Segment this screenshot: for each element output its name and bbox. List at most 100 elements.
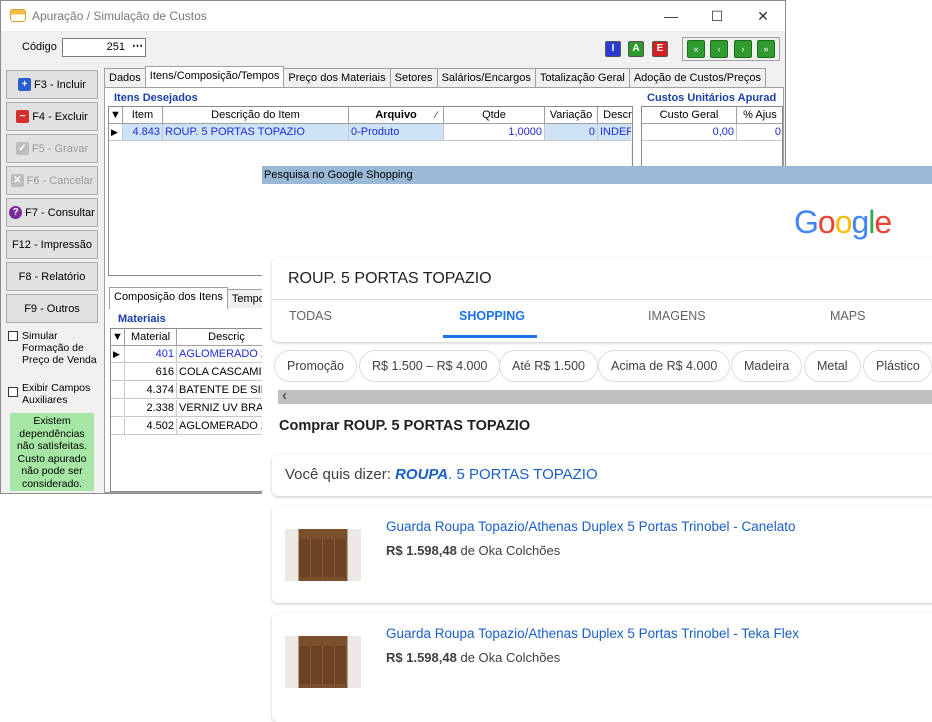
code-field[interactable]: 251 ⋯ — [62, 38, 146, 57]
tab-imagens[interactable]: IMAGENS — [648, 309, 706, 323]
row-indicator — [111, 364, 125, 381]
product-card[interactable]: Guarda Roupa Topazio/Athenas Duplex 5 Po… — [272, 613, 932, 722]
minimize-button[interactable]: — — [648, 5, 694, 27]
filter-chip[interactable]: Madeira — [731, 350, 803, 382]
product-card[interactable]: Guarda Roupa Topazio/Athenas Duplex 5 Po… — [272, 506, 932, 603]
prev-record-button[interactable]: ‹ — [710, 40, 728, 58]
code-label: Código — [22, 41, 57, 53]
table-cell[interactable]: 4.502 — [125, 418, 177, 435]
column-header[interactable]: Arquivo ⁄ — [349, 107, 444, 124]
product-price: R$ 1.598,48 — [386, 650, 457, 665]
current-row-indicator: ▶ — [111, 346, 125, 363]
scroll-left-icon[interactable]: ‹ — [282, 387, 287, 404]
print-button[interactable]: F12 - Impressão — [6, 230, 98, 259]
product-title-link[interactable]: Guarda Roupa Topazio/Athenas Duplex 5 Po… — [386, 519, 796, 534]
simulate-pricing-label-2: Formação de — [22, 342, 84, 354]
tab-itens[interactable]: Itens/Composição/Tempos — [144, 66, 285, 87]
horizontal-scrollbar[interactable]: ‹ — [278, 387, 932, 404]
app-icon — [10, 9, 26, 22]
sort-icon: ⁄ — [435, 110, 437, 120]
code-value: 251 — [106, 41, 125, 53]
column-header[interactable]: Material — [125, 329, 177, 346]
did-you-mean-rest: . 5 PORTAS TOPAZIO — [448, 466, 598, 483]
tab-composicao[interactable]: Composição dos Itens — [109, 287, 228, 309]
column-header[interactable]: Item — [123, 107, 163, 124]
did-you-mean-text: Você quis dizer: ROUPA. 5 PORTAS TOPAZIO — [285, 466, 598, 483]
close-button[interactable]: ✕ — [740, 5, 786, 27]
row-indicator-header: ▼ — [109, 107, 123, 124]
simulate-pricing-checkbox[interactable] — [8, 331, 18, 341]
materiais-grid[interactable]: ▼ Material Descriç ▶ 401 AGLOMERADO 23 6… — [110, 328, 270, 492]
table-cell[interactable]: 616 — [125, 364, 177, 381]
table-cell[interactable]: INDEF — [598, 124, 632, 141]
alter-mode-button[interactable]: A — [628, 41, 644, 57]
filter-chip[interactable]: Metal — [804, 350, 861, 382]
table-cell[interactable]: 4.843 — [123, 124, 163, 141]
tab-shopping[interactable]: SHOPPING — [459, 309, 525, 323]
product-thumbnail[interactable] — [285, 636, 361, 688]
column-header[interactable]: % Ajus — [737, 107, 782, 124]
product-thumbnail[interactable] — [285, 529, 361, 581]
row-indicator — [111, 400, 125, 417]
column-header[interactable]: Variação — [545, 107, 598, 124]
table-cell[interactable]: 2.338 — [125, 400, 177, 417]
table-cell[interactable]: 0-Produto — [349, 124, 444, 141]
consult-button[interactable]: ? F7 - Consultar — [6, 198, 98, 227]
product-price: R$ 1.598,48 — [386, 543, 457, 558]
column-header[interactable]: Qtde — [444, 107, 545, 124]
code-lookup-button[interactable]: ⋯ — [132, 39, 143, 52]
save-button[interactable]: ✓ F5 - Gravar — [6, 134, 98, 163]
product-title-link[interactable]: Guarda Roupa Topazio/Athenas Duplex 5 Po… — [386, 626, 799, 641]
next-record-button[interactable]: › — [734, 40, 752, 58]
table-cell[interactable]: 1,0000 — [444, 124, 545, 141]
filter-chip[interactable]: Até R$ 1.500 — [499, 350, 598, 382]
tab-preco-materiais[interactable]: Preço dos Materiais — [283, 68, 391, 87]
first-record-button[interactable]: « — [687, 40, 705, 58]
aux-fields-checkbox[interactable] — [8, 387, 18, 397]
last-record-button[interactable]: » — [757, 40, 775, 58]
tab-setores[interactable]: Setores — [389, 68, 438, 87]
column-header[interactable]: Descr — [598, 107, 632, 124]
tab-todas[interactable]: TODAS — [289, 309, 332, 323]
table-cell[interactable]: 401 — [125, 346, 177, 363]
table-cell[interactable]: 0 — [545, 124, 598, 141]
tab-totalizacao[interactable]: Totalização Geral — [534, 68, 630, 87]
column-header[interactable]: Custo Geral — [642, 107, 737, 124]
tab-adocao[interactable]: Adoção de Custos/Preços — [628, 68, 767, 87]
tab-maps[interactable]: MAPS — [830, 309, 865, 323]
materiais-group-title: Materiais — [118, 313, 166, 325]
cancel-button[interactable]: ✕ F6 - Cancelar — [6, 166, 98, 195]
search-query[interactable]: ROUP. 5 PORTAS TOPAZIO — [288, 270, 492, 288]
filter-chip[interactable]: Plástico — [863, 350, 932, 382]
delete-mode-button[interactable]: E — [652, 41, 668, 57]
divider — [272, 299, 932, 300]
table-cell[interactable]: VERNIZ UV BRANC — [177, 400, 269, 417]
insert-mode-button[interactable]: I — [605, 41, 621, 57]
google-shopping-panel: Google ROUP. 5 PORTAS TOPAZIO TODAS SHOP… — [262, 184, 932, 722]
minus-icon: − — [16, 110, 30, 123]
exclude-button[interactable]: − F4 - Excluir — [6, 102, 98, 131]
filter-chip[interactable]: Promoção — [274, 350, 357, 382]
did-you-mean-link[interactable]: ROUPA. 5 PORTAS TOPAZIO — [395, 466, 598, 483]
row-indicator-header: ▼ — [111, 329, 125, 346]
google-shopping-bar: Pesquisa no Google Shopping — [262, 166, 932, 184]
tab-salarios[interactable]: Salários/Encargos — [436, 68, 536, 87]
table-cell[interactable]: BATENTE DE SILIC — [177, 382, 269, 399]
column-header[interactable]: Descriç — [177, 329, 269, 346]
table-cell[interactable]: 4.374 — [125, 382, 177, 399]
save-label: F5 - Gravar — [31, 142, 89, 155]
table-cell[interactable]: AGLOMERADO 27 — [177, 418, 269, 435]
maximize-button[interactable]: ☐ — [694, 5, 740, 27]
filter-chip[interactable]: Acima de R$ 4.000 — [598, 350, 731, 382]
action-sidebar: + F3 - Incluir − F4 - Excluir ✓ F5 - Gra… — [1, 67, 101, 495]
filter-chip[interactable]: R$ 1.500 – R$ 4.000 — [359, 350, 501, 382]
table-cell[interactable]: AGLOMERADO 23 — [177, 346, 269, 363]
others-button[interactable]: F9 - Outros — [6, 294, 98, 323]
column-header[interactable]: Descrição do Item — [163, 107, 349, 124]
report-button[interactable]: F8 - Relatório — [6, 262, 98, 291]
table-cell[interactable]: ROUP. 5 PORTAS TOPAZIO — [163, 124, 349, 141]
shopping-heading: Comprar ROUP. 5 PORTAS TOPAZIO — [279, 418, 531, 434]
table-cell[interactable]: COLA CASCAMITE — [177, 364, 269, 381]
include-button[interactable]: + F3 - Incluir — [6, 70, 98, 99]
tab-dados[interactable]: Dados — [104, 68, 146, 87]
